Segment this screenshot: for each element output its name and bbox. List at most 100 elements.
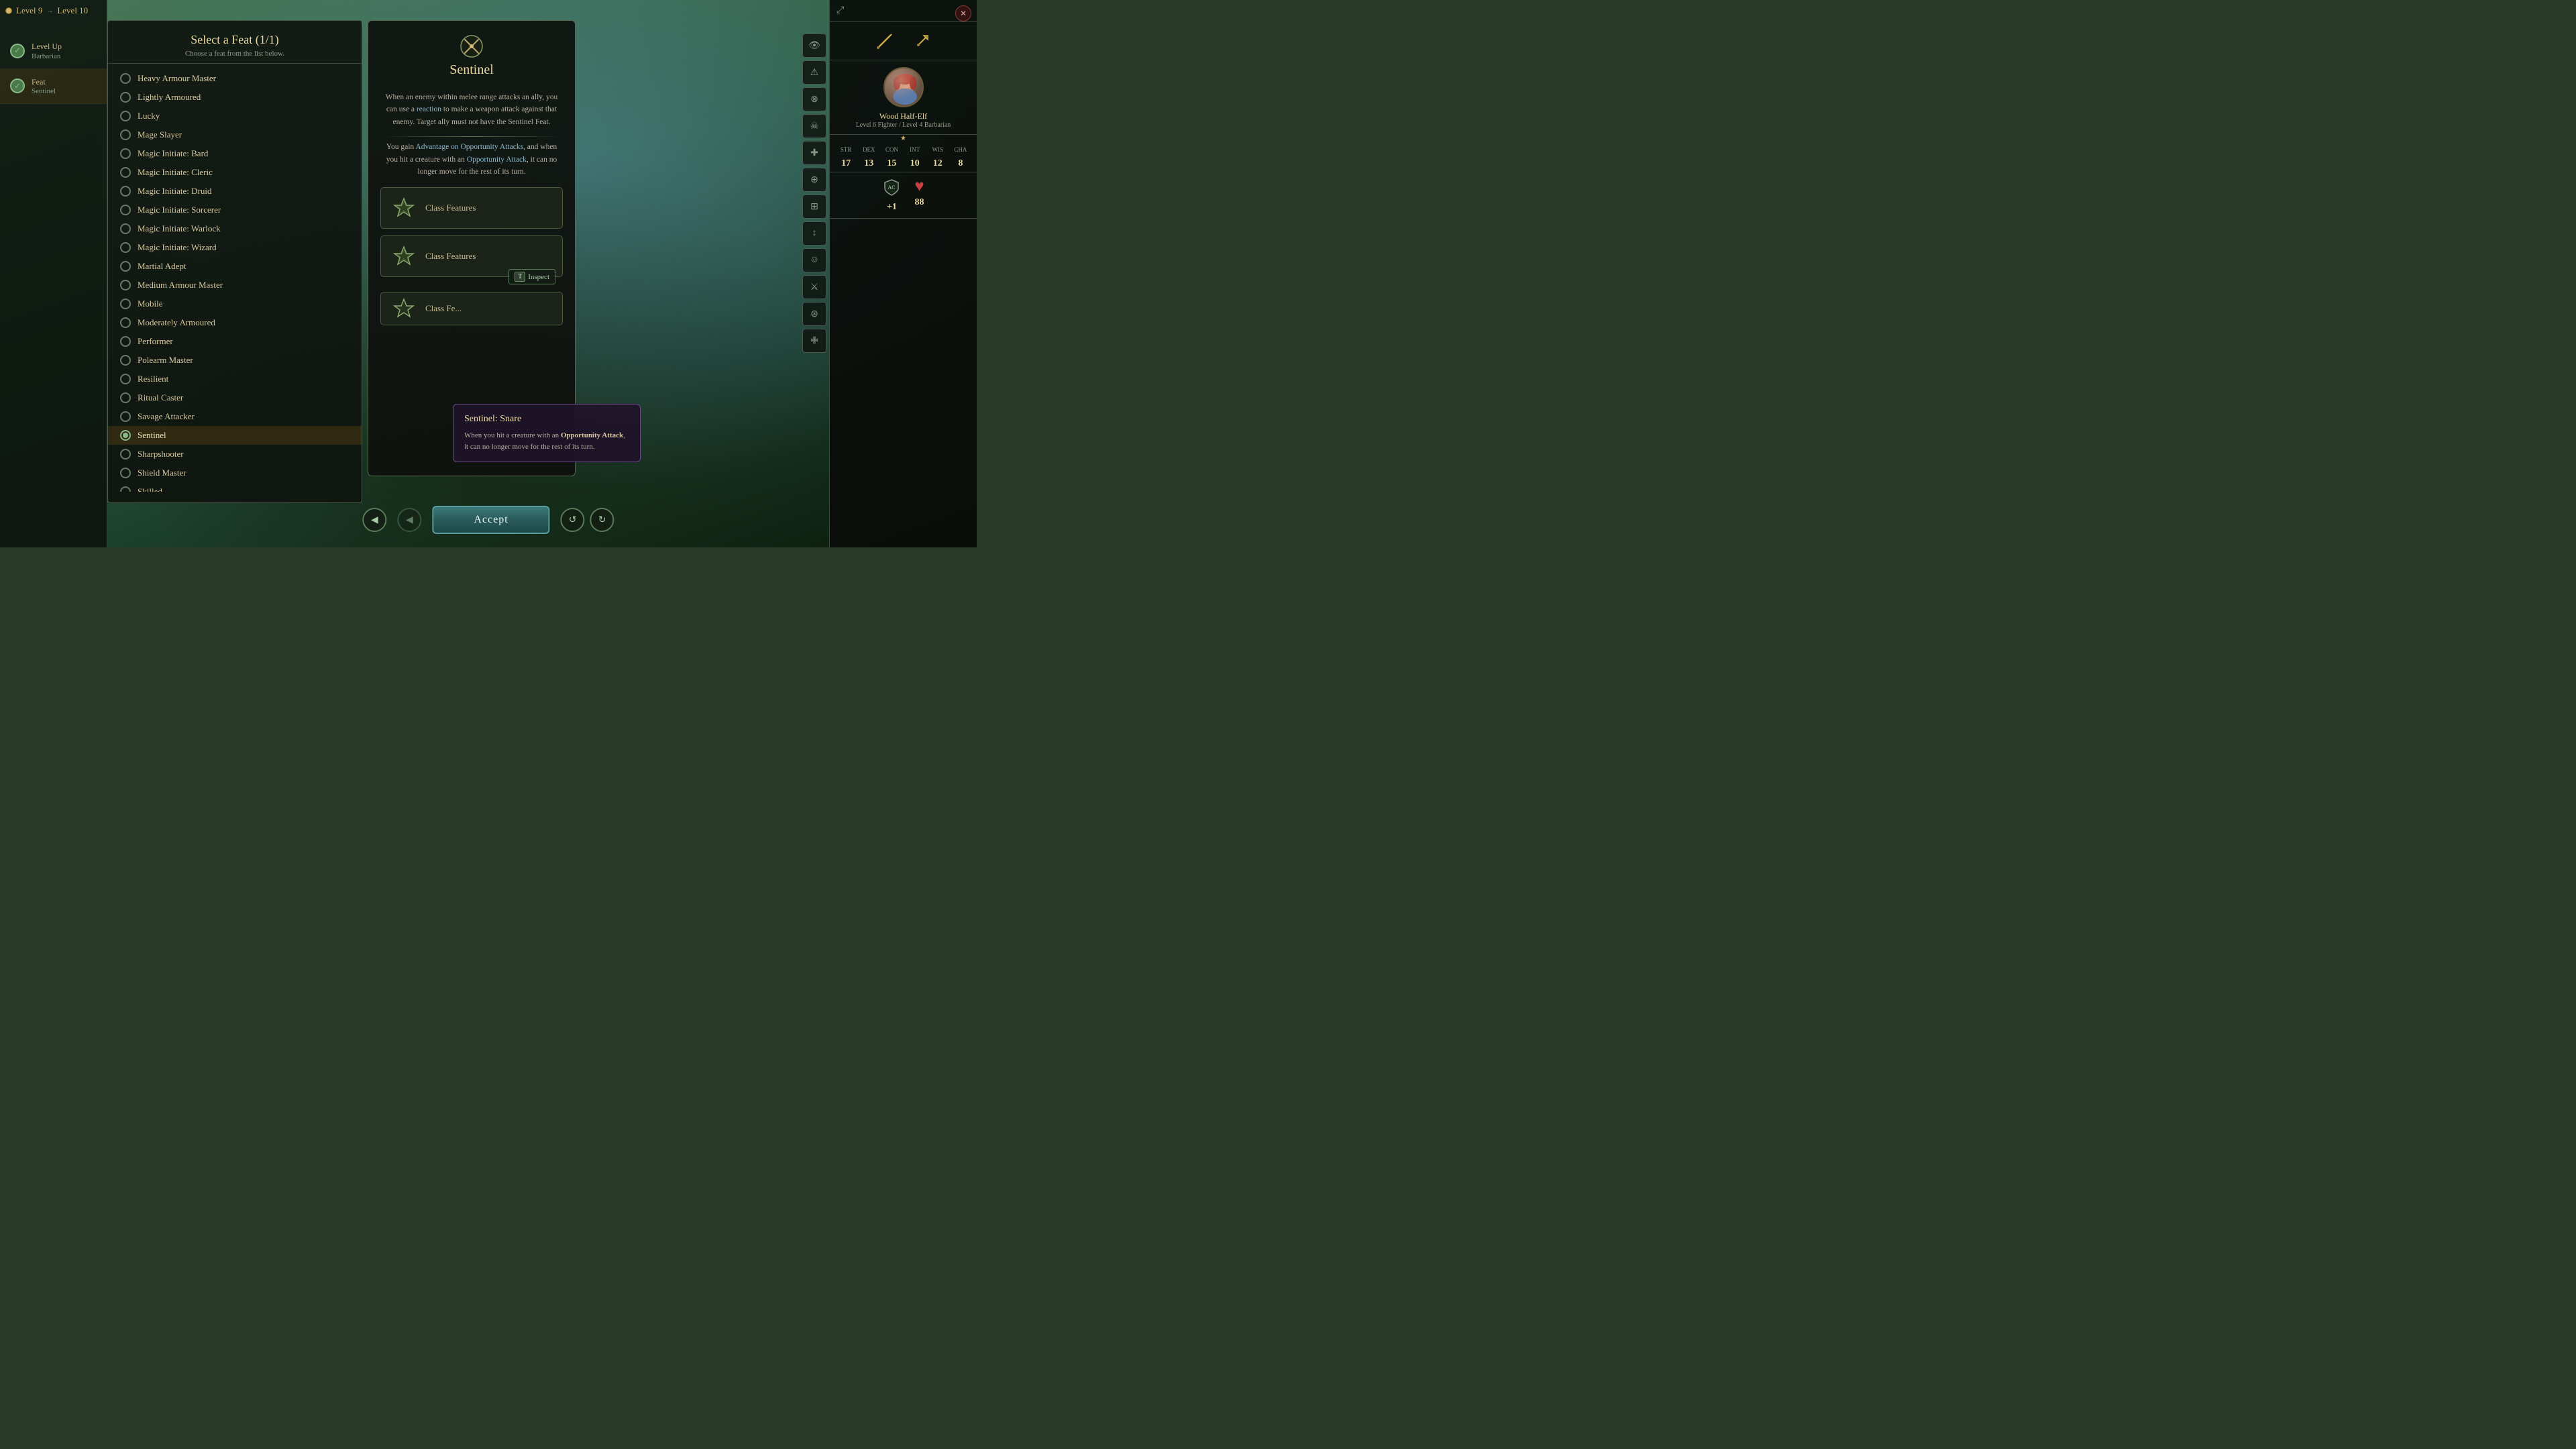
- feat-item-heavy-armour-master[interactable]: Heavy Armour Master: [108, 69, 362, 88]
- feat-name-lucky: Lucky: [138, 111, 160, 121]
- inspect-label: Inspect: [528, 273, 549, 281]
- inspect-key: T: [515, 272, 525, 282]
- class-feature-label-1: Class Features: [425, 203, 553, 213]
- feat-item-magic-initiate-druid[interactable]: Magic Initiate: Druid: [108, 182, 362, 201]
- nav-prev-button[interactable]: ◀: [362, 508, 386, 532]
- feat-item-mage-slayer[interactable]: Mage Slayer: [108, 125, 362, 144]
- feat-item-martial-adept[interactable]: Martial Adept: [108, 257, 362, 276]
- feat-radio-polearm-master: [120, 355, 131, 366]
- feat-radio-shield-master: [120, 468, 131, 478]
- feat-item-lucky[interactable]: Lucky: [108, 107, 362, 125]
- stat-value-cha: 8: [950, 158, 971, 169]
- tooltip-text: When you hit a creature with an Opportun…: [464, 430, 629, 452]
- stat-value-con: 15: [881, 158, 902, 169]
- stat-header-con: CON: [881, 146, 902, 153]
- feat-item-performer[interactable]: Performer: [108, 332, 362, 351]
- inspect-button[interactable]: T Inspect: [508, 269, 555, 284]
- character-panel: ⤢: [829, 0, 977, 547]
- feat-item-magic-initiate-sorcerer[interactable]: Magic Initiate: Sorcerer: [108, 201, 362, 219]
- feat-name-mage-slayer: Mage Slayer: [138, 129, 182, 140]
- icon-btn-eye[interactable]: 👁: [802, 34, 826, 58]
- feat-panel-header: Select a Feat (1/1) Choose a feat from t…: [108, 21, 362, 64]
- stat-header-int: INT: [904, 146, 926, 153]
- feat-item-moderately-armoured[interactable]: Moderately Armoured: [108, 313, 362, 332]
- shield-combat-icon: AC: [882, 178, 901, 201]
- feat-name-medium-armour-master: Medium Armour Master: [138, 280, 223, 290]
- feat-name-moderately-armoured: Moderately Armoured: [138, 317, 215, 328]
- icon-btn-person[interactable]: ☺: [802, 248, 826, 272]
- char-class: Level 6 Fighter / Level 4 Barbarian: [856, 121, 951, 129]
- feat-item-skilled[interactable]: Skilled: [108, 482, 362, 492]
- hp-stat: ♥ 88: [914, 178, 924, 213]
- level-dot-from: [5, 7, 12, 14]
- feat-item-ritual-caster[interactable]: Ritual Caster: [108, 388, 362, 407]
- close-button[interactable]: ✕: [955, 5, 971, 21]
- icon-btn-map[interactable]: ⊛: [802, 302, 826, 326]
- icon-btn-plus[interactable]: ✚: [802, 141, 826, 165]
- undo-button[interactable]: ↺: [561, 508, 585, 532]
- icon-btn-alert[interactable]: ⚠: [802, 60, 826, 85]
- feat-name-skilled: Skilled: [138, 486, 162, 492]
- feat-name-magic-initiate-warlock: Magic Initiate: Warlock: [138, 223, 221, 234]
- feat-radio-sharpshooter: [120, 449, 131, 460]
- stat-value-int: 10: [904, 158, 926, 169]
- feat-selection-panel: Select a Feat (1/1) Choose a feat from t…: [107, 20, 362, 503]
- sidebar-item-feat[interactable]: ✓ Feat Sentinel: [0, 69, 107, 105]
- left-sidebar: ✓ Level Up Barbarian ✓ Feat Sentinel: [0, 0, 107, 547]
- icon-btn-coin[interactable]: ⊕: [802, 168, 826, 192]
- feat-radio-mage-slayer: [120, 129, 131, 140]
- feat-item-shield-master[interactable]: Shield Master: [108, 464, 362, 482]
- feat-radio-mobile: [120, 299, 131, 309]
- class-feature-label-2: Class Features: [425, 251, 553, 262]
- class-feature-card-1[interactable]: Class Features: [380, 187, 563, 229]
- feat-item-magic-initiate-bard[interactable]: Magic Initiate: Bard: [108, 144, 362, 163]
- icon-btn-sword2[interactable]: ⚔: [802, 275, 826, 299]
- feat-name-shield-master: Shield Master: [138, 468, 186, 478]
- class-feature-card-2[interactable]: Class Features T Inspect: [380, 235, 563, 277]
- stat-header-dex: DEX: [858, 146, 879, 153]
- feat-item-mobile[interactable]: Mobile: [108, 294, 362, 313]
- step-sublabel-sentinel: Sentinel: [32, 87, 56, 95]
- feat-item-sharpshooter[interactable]: Sharpshooter: [108, 445, 362, 464]
- step-sublabel-barbarian: Barbarian: [32, 52, 62, 60]
- feat-name-magic-initiate-bard: Magic Initiate: Bard: [138, 148, 208, 159]
- feat-radio-savage-attacker: [120, 411, 131, 422]
- feat-description-2: You gain Advantage on Opportunity Attack…: [380, 141, 563, 178]
- stat-headers: STR DEX CON INT WIS CHA: [830, 144, 977, 153]
- feat-name-martial-adept: Martial Adept: [138, 261, 186, 272]
- feat-radio-ritual-caster: [120, 392, 131, 403]
- combat-stats: AC +1 ♥ 88: [830, 172, 977, 219]
- sidebar-item-level-up[interactable]: ✓ Level Up Barbarian: [0, 34, 107, 69]
- feat-item-resilient[interactable]: Resilient: [108, 370, 362, 388]
- feat-item-polearm-master[interactable]: Polearm Master: [108, 351, 362, 370]
- feat-panel-title: Select a Feat (1/1): [121, 33, 348, 47]
- feat-item-savage-attacker[interactable]: Savage Attacker: [108, 407, 362, 426]
- accept-button[interactable]: Accept: [432, 506, 549, 534]
- nav-prev-button-2[interactable]: ◀: [397, 508, 421, 532]
- char-panel-expand-icon[interactable]: ⤢: [837, 5, 844, 16]
- feat-item-medium-armour-master[interactable]: Medium Armour Master: [108, 276, 362, 294]
- icon-btn-potion[interactable]: ⊗: [802, 87, 826, 111]
- icon-btn-boots[interactable]: ↕: [802, 221, 826, 246]
- class-feature-icon-2: [390, 243, 417, 270]
- redo-button[interactable]: ↻: [590, 508, 614, 532]
- tooltip-title: Sentinel: Snare: [464, 414, 629, 425]
- feat-list[interactable]: Heavy Armour Master Lightly Armoured Luc…: [108, 64, 362, 492]
- step-label-feat: Feat: [32, 77, 56, 88]
- feat-detail-panel: Sentinel When an enemy within melee rang…: [368, 20, 576, 476]
- feat-item-magic-initiate-cleric[interactable]: Magic Initiate: Cleric: [108, 163, 362, 182]
- feat-radio-heavy-armour-master: [120, 73, 131, 84]
- feat-item-magic-initiate-wizard[interactable]: Magic Initiate: Wizard: [108, 238, 362, 257]
- svg-text:AC: AC: [888, 184, 896, 191]
- feat-item-magic-initiate-warlock[interactable]: Magic Initiate: Warlock: [108, 219, 362, 238]
- feat-item-sentinel[interactable]: Sentinel: [108, 426, 362, 445]
- class-feature-card-3[interactable]: Class Fe...: [380, 292, 563, 325]
- feat-item-lightly-armoured[interactable]: Lightly Armoured: [108, 88, 362, 107]
- step-check-level-up: ✓: [10, 44, 25, 58]
- feat-radio-skilled: [120, 486, 131, 492]
- icon-btn-cross[interactable]: ✙: [802, 329, 826, 353]
- icon-btn-skull[interactable]: ☠: [802, 114, 826, 138]
- icon-btn-bag[interactable]: ⊞: [802, 195, 826, 219]
- bottom-bar: ◀ ◀ Accept ↺ ↻: [362, 506, 614, 534]
- stat-value-str: 17: [835, 158, 857, 169]
